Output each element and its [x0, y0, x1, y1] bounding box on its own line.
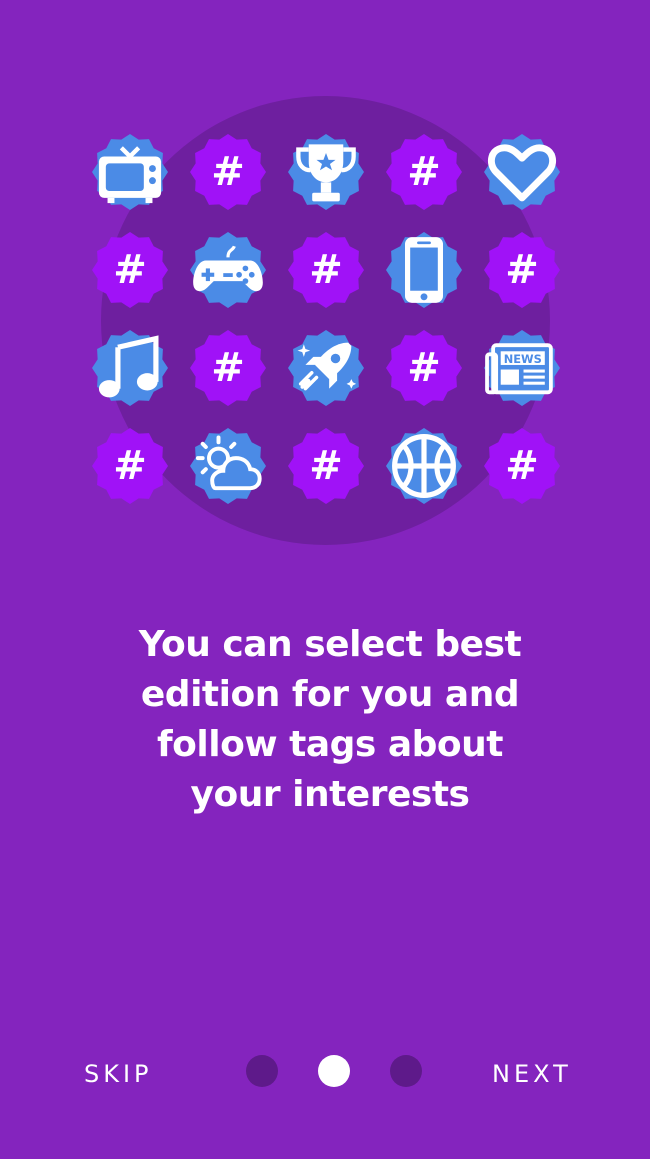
newspaper-icon: NEWS	[484, 330, 560, 406]
hashtag-badge[interactable]: #	[484, 232, 560, 308]
weather-badge[interactable]	[190, 428, 266, 504]
hashtag-label: #	[505, 443, 539, 489]
hashtag-label: #	[211, 149, 245, 195]
hashtag-badge[interactable]: #	[386, 330, 462, 406]
next-button[interactable]: NEXT	[492, 1060, 572, 1088]
hashtag-icon: #	[190, 134, 266, 210]
hashtag-icon: #	[386, 134, 462, 210]
hashtag-label: #	[113, 247, 147, 293]
hashtag-label: #	[309, 443, 343, 489]
hashtag-icon: #	[92, 232, 168, 308]
hashtag-icon: #	[288, 428, 364, 504]
basketball-icon	[386, 428, 462, 504]
music-note-badge[interactable]	[92, 330, 168, 406]
hashtag-icon: #	[190, 330, 266, 406]
gamepad-badge[interactable]	[190, 232, 266, 308]
onboarding-headline: You can select best edition for you and …	[138, 624, 522, 815]
hashtag-badge[interactable]: #	[190, 330, 266, 406]
hashtag-badge[interactable]: #	[92, 428, 168, 504]
hashtag-label: #	[113, 443, 147, 489]
basketball-badge[interactable]	[386, 428, 462, 504]
hashtag-badge[interactable]: #	[386, 134, 462, 210]
heart-badge[interactable]	[484, 134, 560, 210]
skip-button[interactable]: SKIP	[84, 1060, 153, 1088]
hashtag-icon: #	[92, 428, 168, 504]
gamepad-icon	[190, 232, 266, 308]
hashtag-label: #	[309, 247, 343, 293]
hashtag-icon: #	[386, 330, 462, 406]
smartphone-icon	[386, 232, 462, 308]
hashtag-icon: #	[484, 232, 560, 308]
hashtag-label: #	[407, 345, 441, 391]
music-note-icon	[92, 330, 168, 406]
hashtag-badge[interactable]: #	[190, 134, 266, 210]
heart-icon	[484, 134, 560, 210]
hashtag-badge[interactable]: #	[92, 232, 168, 308]
rocket-badge[interactable]	[288, 330, 364, 406]
trophy-badge[interactable]	[288, 134, 364, 210]
hashtag-badge[interactable]: #	[484, 428, 560, 504]
hashtag-label: #	[407, 149, 441, 195]
tv-badge[interactable]	[92, 134, 168, 210]
tv-icon	[92, 134, 168, 210]
page-dot-3[interactable]	[390, 1055, 422, 1087]
interest-badge-grid: # # # # # # # NEWS # # #	[92, 134, 562, 509]
hashtag-badge[interactable]: #	[288, 232, 364, 308]
newspaper-badge[interactable]: NEWS	[484, 330, 560, 406]
svg-text:NEWS: NEWS	[504, 352, 542, 366]
hashtag-icon: #	[288, 232, 364, 308]
weather-icon	[190, 428, 266, 504]
rocket-icon	[288, 330, 364, 406]
page-dot-1[interactable]	[246, 1055, 278, 1087]
hashtag-badge[interactable]: #	[288, 428, 364, 504]
trophy-icon	[288, 134, 364, 210]
hashtag-label: #	[211, 345, 245, 391]
hashtag-icon: #	[484, 428, 560, 504]
hashtag-label: #	[505, 247, 539, 293]
smartphone-badge[interactable]	[386, 232, 462, 308]
page-dot-2[interactable]	[318, 1055, 350, 1087]
